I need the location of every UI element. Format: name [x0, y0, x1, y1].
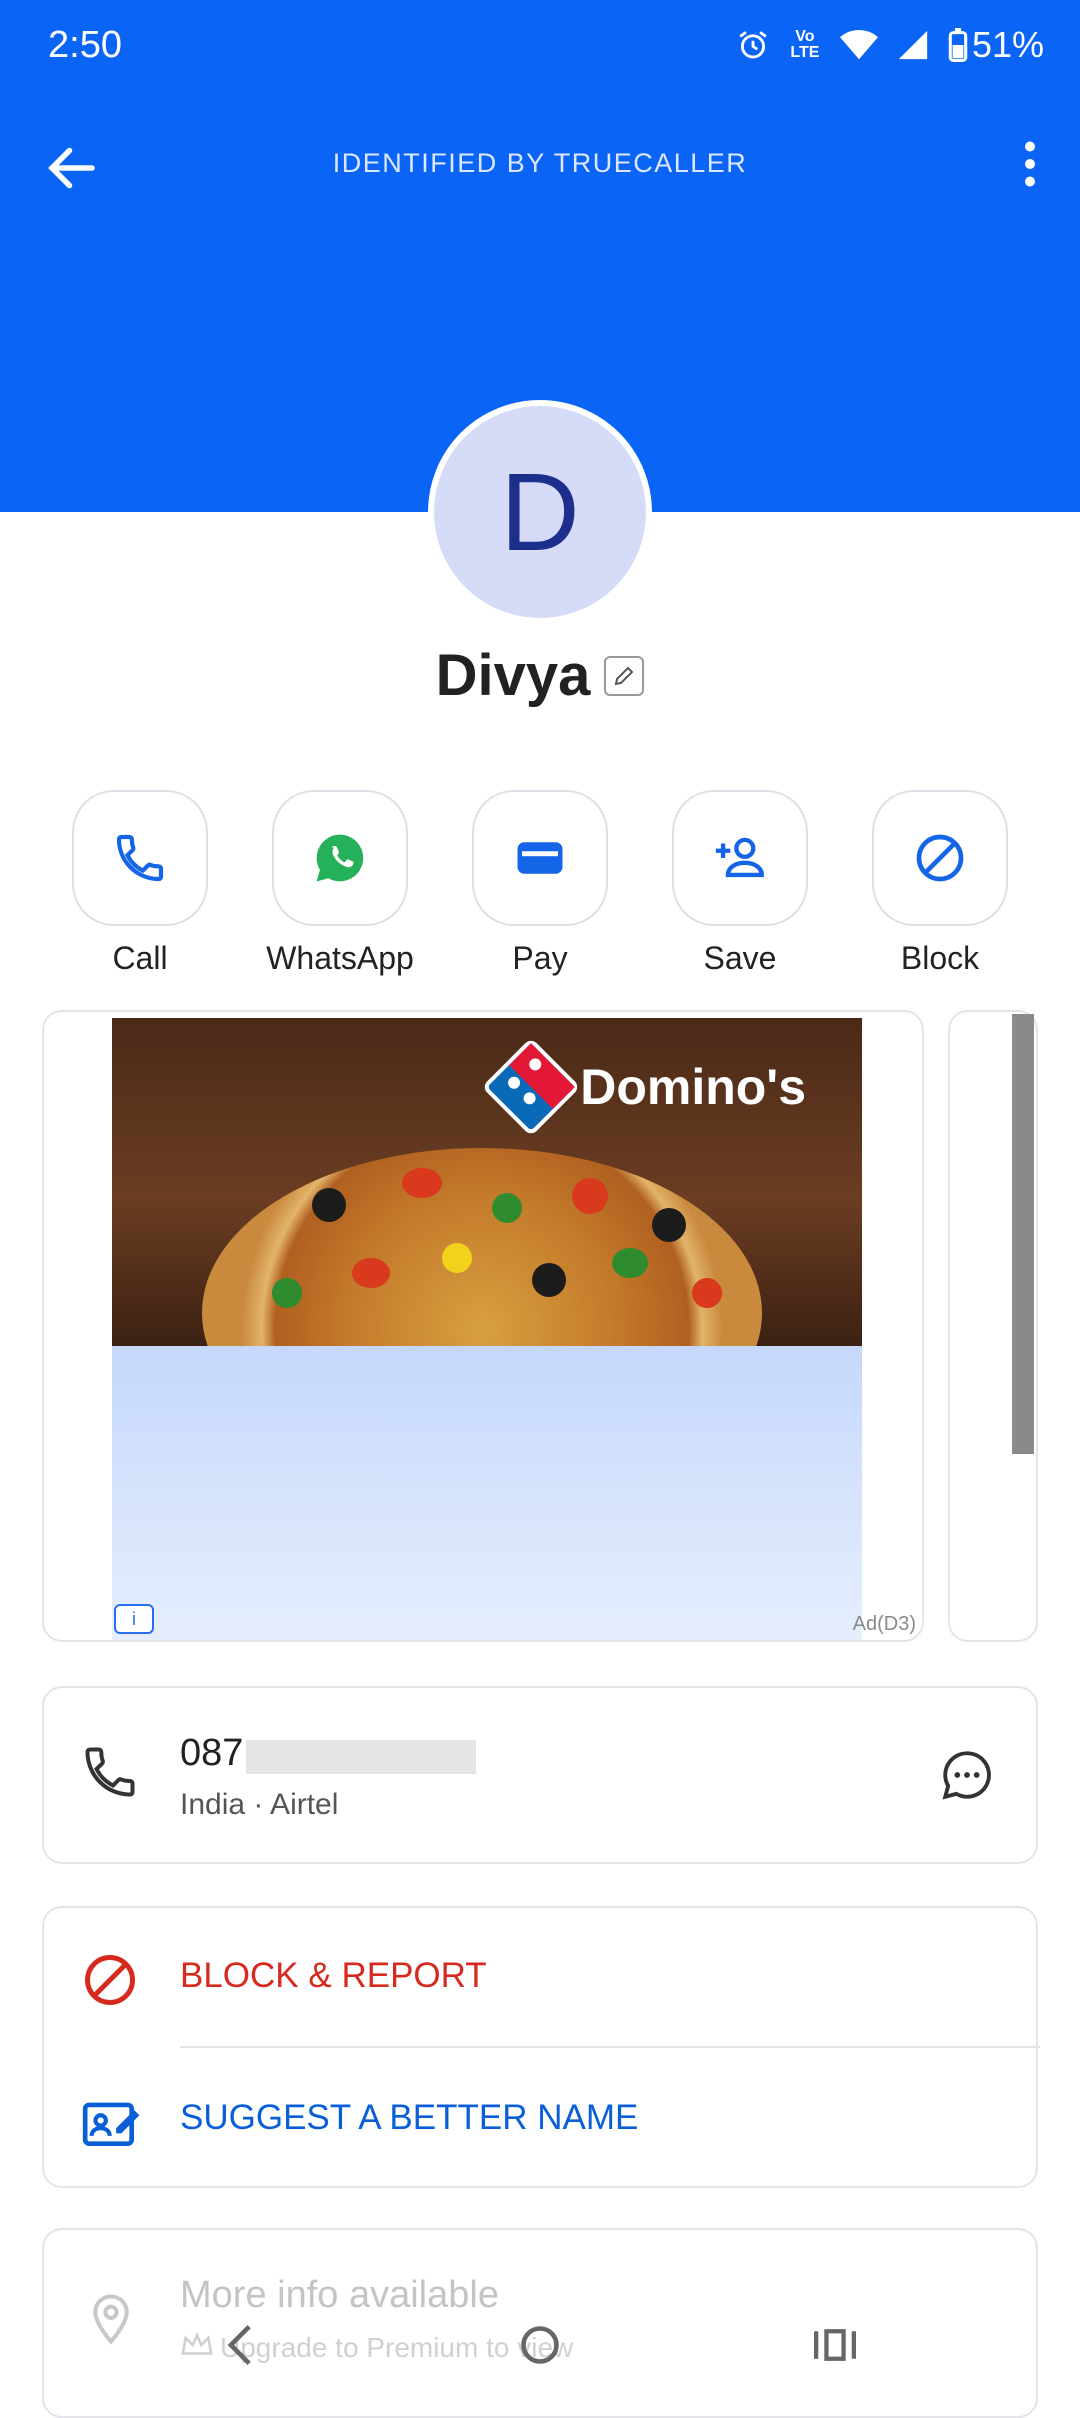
block-button[interactable]: Block — [870, 790, 1010, 977]
battery-percent: 51% — [971, 24, 1044, 65]
pay-button[interactable]: Pay — [470, 790, 610, 977]
phone-carrier: India · Airtel — [180, 1788, 339, 1821]
ad-scrollbar[interactable] — [1012, 1014, 1034, 1454]
call-label: Call — [112, 940, 168, 976]
topping — [442, 1243, 472, 1273]
signal-icon — [898, 30, 928, 60]
call-button-circle[interactable] — [72, 790, 208, 926]
system-nav-bar — [0, 2290, 1080, 2400]
save-button[interactable]: Save — [670, 790, 810, 977]
alarm-icon — [739, 31, 767, 59]
edit-contact-icon — [82, 2102, 140, 2146]
contact-name: Divya — [435, 643, 591, 708]
ad-brand-name: Domino's — [580, 1059, 806, 1115]
status-bar: 2:50 Vo LTE 51% — [0, 0, 1080, 92]
phone-icon — [116, 834, 164, 882]
save-label: Save — [703, 940, 777, 976]
topping — [402, 1168, 442, 1198]
toolbar-title: IDENTIFIED BY TRUECALLER — [332, 148, 748, 178]
pay-button-circle[interactable] — [472, 790, 608, 926]
ad-brand: Domino's — [481, 1037, 806, 1137]
topping — [492, 1193, 522, 1223]
options-card: BLOCK & REPORT SUGGEST A BETTER NAME — [42, 1906, 1040, 2190]
redacted-number — [246, 1740, 476, 1774]
topping — [272, 1278, 302, 1308]
edit-name-button[interactable] — [604, 655, 645, 696]
whatsapp-label: WhatsApp — [266, 940, 414, 976]
whatsapp-button-circle[interactable] — [272, 790, 408, 926]
nav-home-button[interactable] — [505, 2310, 575, 2380]
topping — [312, 1188, 346, 1222]
more-vert-icon — [1025, 141, 1035, 187]
ad-label: Ad(D3) — [852, 1613, 916, 1635]
wallet-icon — [517, 842, 563, 874]
suggest-name-label: SUGGEST A BETTER NAME — [180, 2098, 639, 2137]
nav-back-icon — [227, 2325, 251, 2365]
save-button-circle[interactable] — [672, 790, 808, 926]
nav-home-icon — [521, 2326, 559, 2364]
block-report-option[interactable]: BLOCK & REPORT — [44, 1908, 1040, 2048]
divider — [180, 2046, 1040, 2048]
avatar: D — [428, 400, 652, 624]
add-contact-icon — [715, 837, 764, 878]
volte-icon: Vo LTE — [790, 28, 820, 61]
whatsapp-icon — [316, 834, 364, 882]
nav-back-button[interactable] — [205, 2310, 275, 2380]
contact-name-row: Divya — [0, 642, 1080, 709]
ad-card[interactable]: Domino's i Ad(D3) — [42, 1010, 924, 1642]
block-label: Block — [900, 940, 980, 976]
topping — [572, 1178, 608, 1214]
status-icons: Vo LTE 51% — [736, 24, 1044, 66]
phone-number: 087 — [180, 1732, 244, 1774]
topping — [652, 1208, 686, 1242]
topping — [532, 1263, 566, 1297]
battery-indicator: 51% — [948, 24, 1044, 66]
action-buttons: Call WhatsApp Pay Save Block — [70, 790, 1010, 977]
dominos-logo-icon — [481, 1037, 581, 1137]
message-icon[interactable] — [938, 1746, 996, 1804]
battery-icon — [948, 28, 968, 62]
ad-carousel[interactable]: Domino's i Ad(D3) — [42, 1010, 1038, 1642]
overflow-menu-button[interactable] — [1000, 134, 1060, 194]
nav-recents-button[interactable] — [800, 2310, 870, 2380]
phone-outline-icon — [85, 1747, 135, 1797]
ad-image[interactable]: Domino's — [112, 1018, 862, 1346]
topping — [612, 1248, 648, 1278]
block-icon — [916, 834, 964, 882]
whatsapp-button[interactable]: WhatsApp — [266, 790, 414, 977]
pizza-image — [202, 1148, 762, 1346]
pay-label: Pay — [512, 940, 568, 976]
topping — [692, 1278, 722, 1308]
ad-info-icon[interactable]: i — [114, 1604, 154, 1634]
topping — [352, 1258, 390, 1288]
call-button[interactable]: Call — [70, 790, 210, 977]
ad-content-area[interactable] — [112, 1346, 862, 1640]
block-button-circle[interactable] — [872, 790, 1008, 926]
block-icon — [85, 1955, 135, 2005]
nav-recents-icon — [814, 2329, 856, 2361]
wifi-icon — [839, 29, 878, 60]
status-time: 2:50 — [48, 24, 122, 66]
toolbar: IDENTIFIED BY TRUECALLER — [0, 120, 1080, 210]
pencil-icon — [615, 666, 634, 685]
block-report-label: BLOCK & REPORT — [180, 1956, 487, 1995]
suggest-name-option[interactable]: SUGGEST A BETTER NAME — [44, 2050, 1040, 2190]
phone-number-card[interactable]: 087 India · Airtel — [42, 1686, 1038, 1864]
